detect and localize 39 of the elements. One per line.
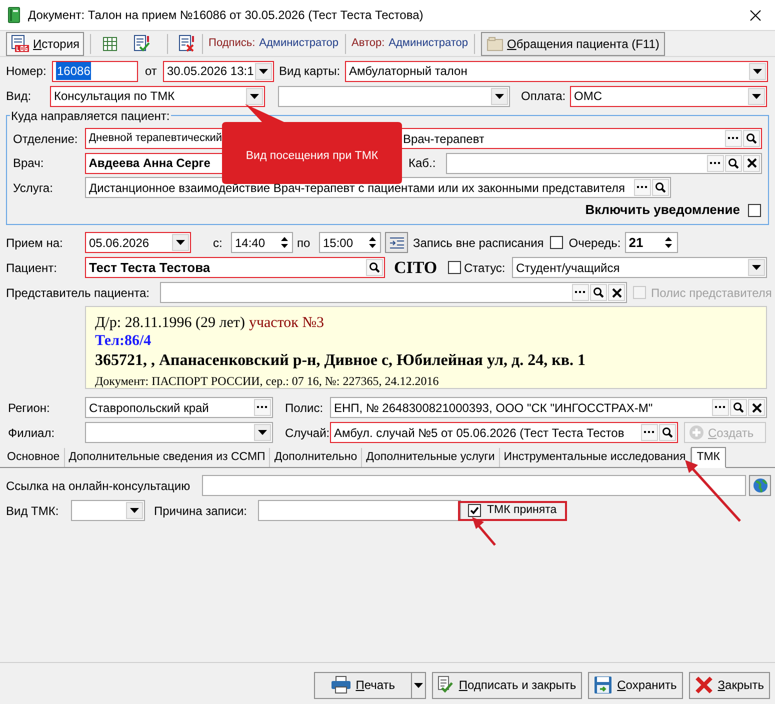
representative-label: Представитель пациента:: [6, 284, 150, 302]
signature-value: Администратор: [259, 36, 339, 52]
address-text: 365721, , Апанасенковский р-н, Дивное с, Юбилейная ул, д. 24, кв. 1: [95, 351, 586, 371]
district-text: участок №3: [248, 314, 324, 333]
author-value: Администратор: [388, 36, 468, 52]
document-text: Документ: ПАСПОРТ РОССИИ, сер.: 07 16, №: 227365, 24.12.2016: [95, 373, 439, 388]
branch-label: Филиал:: [8, 424, 56, 442]
case-label: Случай:: [285, 424, 330, 442]
region-label: Регион:: [8, 400, 51, 416]
queue-label: Очередь:: [568, 234, 622, 252]
date-label: от: [144, 63, 158, 80]
number-label: Номер:: [6, 63, 48, 80]
author-label: Автор:: [352, 36, 385, 52]
birth-date-text: Д/р: 28.11.1996 (29 лет): [95, 314, 245, 333]
phone-text: Тел:86/4: [95, 333, 152, 350]
to-label: по: [297, 234, 312, 252]
status-label: Статус:: [464, 260, 506, 276]
online-link-label: Ссылка на онлайн-консультацию: [6, 478, 192, 494]
reason-label: Причина записи:: [154, 502, 248, 520]
tooltip-text: Вид посещения при ТМК: [246, 149, 378, 164]
off-schedule-label: Запись вне расписания: [413, 234, 544, 252]
cito-label: CITO: [394, 256, 438, 279]
room-label: Каб.:: [408, 155, 437, 172]
kind-label: Вид:: [6, 88, 32, 105]
appointment-date-label: Прием на:: [6, 234, 64, 252]
card-type-label: Вид карты:: [279, 63, 342, 80]
notify-label: Включить уведомление: [585, 201, 740, 220]
tmk-accepted-label: ТМК принята: [487, 502, 557, 518]
payment-label: Оплата:: [521, 88, 567, 105]
window-title: Документ: Талон на прием №16086 от 30.05.2026 (Тест Теста Тестова): [28, 7, 424, 24]
representative-policy-label: Полис представителя: [651, 284, 772, 302]
policy-label: Полис:: [285, 400, 324, 416]
patient-label: Пациент:: [6, 260, 58, 276]
doctor-label: Врач:: [13, 155, 45, 172]
service-label: Услуга:: [13, 180, 54, 196]
signature-label: Подпись:: [208, 36, 256, 52]
from-label: с:: [213, 234, 224, 252]
tmk-type-label: Вид ТМК:: [6, 502, 60, 520]
department-label: Отделение:: [13, 130, 79, 148]
